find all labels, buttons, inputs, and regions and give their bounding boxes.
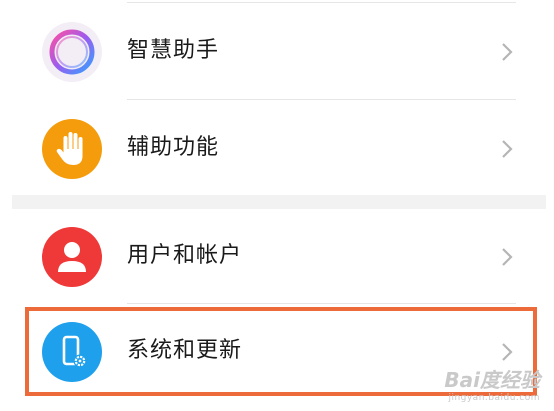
chevron-right-icon — [502, 248, 513, 266]
watermark-sub: jingyan.baidu.com — [448, 393, 540, 403]
settings-item-accessibility[interactable]: 辅助功能 — [0, 100, 554, 197]
chevron-right-icon — [502, 43, 513, 61]
chevron-right-icon — [502, 140, 513, 158]
smart-assistant-label: 智慧助手 — [127, 38, 220, 63]
accessibility-label: 辅助功能 — [127, 135, 220, 160]
smart-assistant-icon — [42, 22, 102, 82]
user-icon — [42, 227, 102, 287]
group-separator — [12, 195, 546, 209]
watermark-main: Bai度经验 — [444, 368, 540, 392]
settings-item-users-accounts[interactable]: 用户和帐户 — [0, 208, 554, 305]
users-accounts-label: 用户和帐户 — [127, 243, 243, 268]
baidu-jingyan-watermark: Bai度经验 jingyan.baidu.com — [444, 364, 540, 403]
hand-icon — [42, 119, 102, 179]
system-updates-label: 系统和更新 — [127, 338, 243, 363]
chevron-right-icon — [502, 343, 513, 361]
settings-item-smart-assistant[interactable]: 智慧助手 — [0, 3, 554, 100]
phone-settings-icon — [42, 322, 102, 382]
